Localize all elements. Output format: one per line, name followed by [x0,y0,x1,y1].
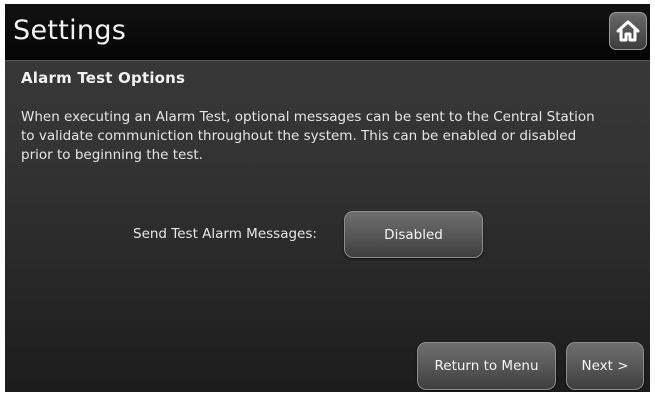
home-button[interactable] [609,12,647,50]
return-to-menu-button[interactable]: Return to Menu [417,342,556,390]
toggle-value: Disabled [384,226,443,243]
section-title: Alarm Test Options [21,69,186,87]
send-test-alarm-messages-toggle[interactable]: Disabled [344,211,483,258]
page-title: Settings [13,15,127,46]
section-description: When executing an Alarm Test, optional m… [21,109,595,163]
next-label: Next > [581,358,629,374]
home-icon [616,20,640,42]
settings-screen: Settings Alarm Test Options When executi… [5,4,650,392]
title-bar: Settings [5,4,650,61]
next-button[interactable]: Next > [566,342,644,390]
return-to-menu-label: Return to Menu [434,358,539,374]
send-test-alarm-messages-label: Send Test Alarm Messages: [133,226,317,242]
